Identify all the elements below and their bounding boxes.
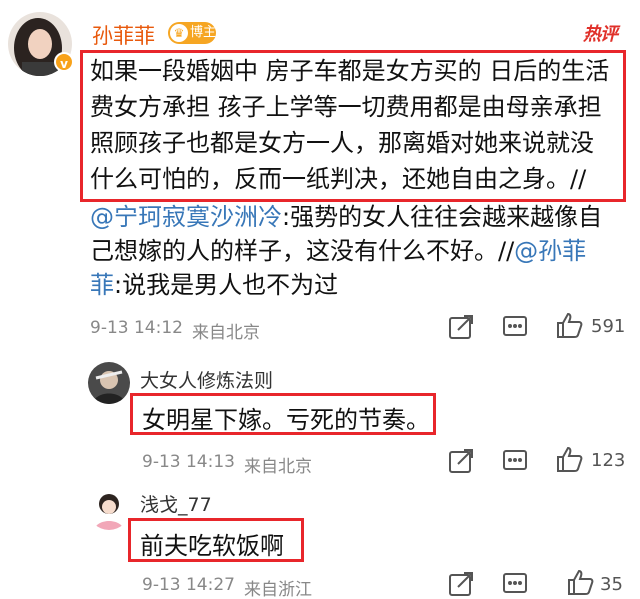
repost-text: :强势的女人往往会越来越像自 [282, 203, 603, 231]
reply-time: 9-13 14:13 [142, 452, 235, 472]
mention-link[interactable]: @孙菲 [514, 237, 586, 265]
repost-text: :说我是男人也不为过 [114, 271, 339, 299]
avatar[interactable] [88, 488, 130, 530]
mention-link[interactable]: @宁珂寂寞沙洲冷 [90, 203, 282, 231]
comment-icon[interactable] [502, 571, 528, 597]
repost-line: 己想嫁的人的样子，这没有什么不好。//@孙菲 [90, 232, 586, 270]
like-icon[interactable] [555, 445, 583, 473]
reply-location: 来自北京 [244, 457, 312, 477]
post-username[interactable]: 孙菲菲 [92, 20, 155, 50]
share-icon[interactable] [448, 314, 474, 340]
like-icon[interactable] [566, 568, 594, 596]
post-text-line: 什么可怕的，反而一纸判决，还她自由之身。// [90, 165, 587, 193]
post-text-line: 如果一段婚姻中 房子车都是女方买的 日后的生活 [90, 57, 610, 85]
reply-location: 来自浙江 [244, 580, 312, 599]
verified-icon: v [54, 52, 74, 72]
comment-icon[interactable] [502, 448, 528, 474]
post-location: 来自北京 [192, 323, 260, 343]
comment-icon[interactable] [502, 314, 528, 340]
like-count: 591 [591, 316, 626, 337]
reply-text: 前夫吃软饭啊 [140, 532, 284, 560]
repost-line: @宁珂寂寞沙洲冷:强势的女人往往会越来越像自 [90, 198, 602, 236]
share-icon[interactable] [448, 571, 474, 597]
badge-label: 博主 [190, 25, 217, 40]
hot-comment-label: 热评 [583, 24, 618, 45]
like-icon[interactable] [555, 311, 583, 339]
crown-icon: ♛ [170, 24, 188, 42]
like-count: 35 [600, 574, 623, 595]
repost-text: 己想嫁的人的样子，这没有什么不好。// [90, 237, 515, 265]
post-time: 9-13 14:12 [90, 318, 183, 338]
share-icon[interactable] [448, 448, 474, 474]
post-text-line: 照顾孩子也都是女方一人，那离婚对她来说就没 [90, 129, 594, 157]
reply-time: 9-13 14:27 [142, 575, 235, 595]
avatar[interactable] [88, 362, 130, 404]
post-text-line: 费女方承担 孩子上学等一切费用都是由母亲承担 [90, 93, 602, 121]
reply-username[interactable]: 浅戈_77 [140, 490, 212, 517]
reply-text: 女明星下嫁。亏死的节奏。 [142, 406, 430, 434]
blogger-badge: ♛ 博主 [168, 22, 216, 44]
repost-line: 菲:说我是男人也不为过 [90, 266, 338, 304]
reply-username[interactable]: 大女人修炼法则 [140, 366, 273, 393]
mention-link-tail[interactable]: 菲 [90, 271, 114, 299]
like-count: 123 [591, 450, 626, 471]
